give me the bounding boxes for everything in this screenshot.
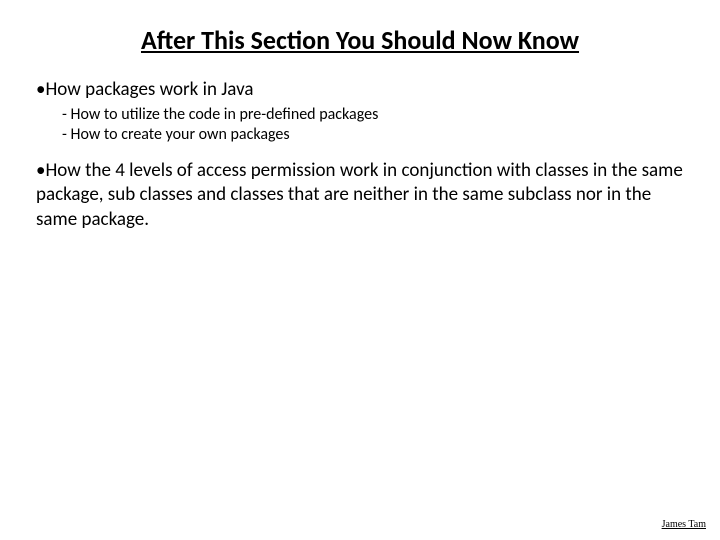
dash-glyph: -: [62, 125, 67, 144]
slide-title: After This Section You Should Now Know: [32, 24, 688, 56]
sub-bullet-1-1: - How to utilize the code in pre-defined…: [58, 105, 688, 125]
dash-glyph: -: [62, 105, 67, 124]
bullet-item-1: •How packages work in Java: [32, 78, 688, 103]
bullet-text-1: How packages work in Java: [45, 78, 253, 101]
sub-bullet-text-1-2: How to create your own packages: [71, 125, 290, 144]
sub-bullet-text-1-1: How to utilize the code in pre-defined p…: [71, 105, 379, 124]
sub-bullet-1-2: - How to create your own packages: [58, 125, 688, 145]
footer-author: James Tam: [662, 519, 706, 530]
sublist-1: - How to utilize the code in pre-defined…: [58, 105, 688, 145]
bullet-text-2: How the 4 levels of access permission wo…: [36, 159, 683, 231]
bullet-item-2: •How the 4 levels of access permission w…: [32, 159, 688, 233]
